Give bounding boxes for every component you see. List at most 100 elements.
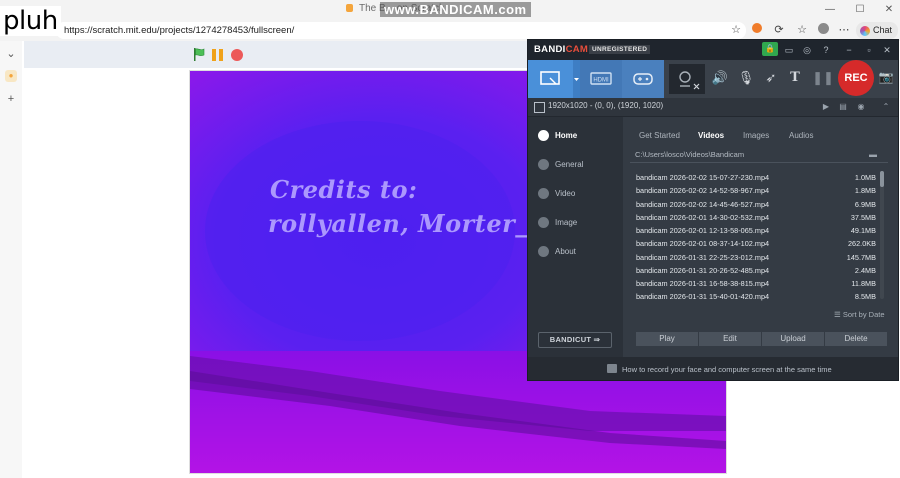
file-name: bandicam 2026-02-02 15-07-27-230.mp4 — [636, 173, 770, 182]
speaker-icon[interactable]: 🔊 — [709, 66, 731, 90]
file-size: 11.8MB — [851, 279, 876, 288]
rec-button[interactable]: REC — [838, 60, 874, 96]
sort-label: Sort by Date — [842, 310, 885, 319]
gear-icon — [538, 159, 549, 171]
bandicut-button[interactable]: BANDICUT ⇒ — [538, 332, 612, 348]
nav-video[interactable]: Video — [538, 186, 575, 202]
bandicam-logo: BANDICAM — [534, 44, 588, 55]
file-list-scrollbar[interactable] — [880, 171, 884, 299]
file-name: bandicam 2026-02-01 08-37-14-102.mp4 — [636, 239, 770, 249]
file-row[interactable]: bandicam 2026-02-02 15-07-27-230.mp4 1.0M… — [636, 171, 876, 184]
screenshot-camera-icon[interactable]: 📷 — [878, 69, 894, 85]
maximize-icon[interactable]: ☐ — [851, 3, 869, 17]
nav-general[interactable]: General — [538, 157, 583, 173]
nav-home[interactable]: Home — [538, 128, 577, 144]
footer-tip[interactable]: How to record your face and computer scr… — [622, 365, 832, 374]
tab-videos[interactable]: Videos — [698, 131, 724, 140]
target-icon[interactable]: ◎ — [800, 43, 814, 57]
file-size: 1.8MB — [854, 186, 876, 196]
tab-images[interactable]: Images — [743, 131, 769, 140]
image-icon — [538, 217, 549, 229]
file-row[interactable]: bandicam 2026-02-02 14-52-58-967.mp4 1.8M… — [636, 184, 876, 197]
info-icon — [538, 246, 549, 258]
webcam-off-icon — [679, 71, 700, 90]
display-icon[interactable]: ▤ — [837, 101, 849, 113]
screen-mode-dropdown[interactable] — [573, 60, 580, 98]
hdmi-icon: HDMI — [590, 72, 612, 85]
lock-icon[interactable]: 🔒 — [762, 42, 778, 56]
delete-button[interactable]: Delete — [825, 332, 887, 346]
area-select-icon[interactable] — [534, 102, 545, 113]
upload-button[interactable]: Upload — [762, 332, 824, 346]
add-tab-icon[interactable]: + — [4, 92, 18, 106]
file-row[interactable]: bandicam 2026-02-02 14-45-46-527.mp4 6.9M… — [636, 198, 876, 211]
star-icon[interactable]: ☆ — [729, 23, 743, 37]
sidebar-scratch-tab[interactable]: ● — [4, 68, 18, 82]
tab-audios[interactable]: Audios — [789, 131, 813, 140]
file-name: bandicam 2026-02-01 12-13-58-065.mp4 — [636, 226, 770, 235]
webcam-toggle[interactable] — [669, 64, 705, 94]
help-icon[interactable]: ? — [819, 43, 833, 57]
microphone-off-icon[interactable]: 🎙 — [735, 66, 757, 90]
file-row[interactable]: bandicam 2026-02-01 12-13-58-065.mp4 49.1… — [636, 224, 876, 237]
file-row[interactable]: bandicam 2026-01-31 22-25-23-012.mp4 145.… — [636, 251, 876, 264]
file-row[interactable]: bandicam 2026-02-01 08-37-14-102.mp4 262.… — [636, 237, 876, 250]
record-video-icon[interactable]: ▶ — [820, 101, 832, 113]
brand-prefix: BANDI — [534, 44, 566, 55]
pause-record-icon[interactable]: ❚❚ — [812, 66, 834, 90]
folder-icon[interactable]: ▭ — [782, 43, 796, 57]
nav-general-label: General — [555, 160, 584, 169]
nav-about-label: About — [555, 247, 576, 256]
close-icon[interactable]: ✕ — [880, 3, 898, 17]
screen-mode-button[interactable] — [528, 60, 573, 98]
favorites-icon[interactable]: ☆ — [795, 23, 809, 37]
file-size: 6.9MB — [854, 199, 876, 209]
text-icon[interactable]: T — [784, 66, 806, 90]
minimize-icon[interactable]: — — [821, 3, 839, 17]
file-name: bandicam 2026-02-02 14-52-58-967.mp4 — [636, 186, 770, 196]
extension-orange-icon[interactable] — [750, 23, 764, 37]
extensions-icon[interactable]: ⟳ — [772, 23, 786, 37]
browser-sidebar — [0, 41, 22, 478]
bc-minimize-icon[interactable]: − — [842, 43, 856, 57]
sort-control[interactable]: ☰ Sort by Date — [834, 310, 885, 319]
game-mode-button[interactable] — [622, 60, 664, 98]
play-button[interactable]: Play — [636, 332, 698, 346]
stop-icon[interactable] — [231, 49, 243, 61]
collapse-icon[interactable]: ⌃ — [880, 101, 892, 113]
copilot-icon — [860, 25, 870, 36]
brand-suffix: CAM — [565, 44, 589, 55]
unregistered-badge: UNREGISTERED — [589, 45, 651, 54]
file-row[interactable]: bandicam 2026-01-31 20-26-52-485.mp4 2.4M… — [636, 264, 876, 277]
hdmi-mode-button[interactable]: HDMI — [580, 60, 622, 98]
file-size: 8.5MB — [854, 292, 876, 302]
bc-restore-icon[interactable]: ▫ — [862, 43, 876, 57]
file-row[interactable]: bandicam 2026-01-31 15-40-01-420.mp4 8.5M… — [636, 290, 876, 303]
scratch-favicon-icon — [346, 4, 353, 13]
file-size: 262.0KB — [848, 239, 876, 249]
pluh-overlay-text: pluh — [0, 6, 61, 36]
pause-icon-bar — [219, 49, 223, 61]
nav-about[interactable]: About — [538, 244, 576, 260]
file-row[interactable]: bandicam 2026-02-01 14-30-02-532.mp4 37.5… — [636, 211, 876, 224]
tab-get-started[interactable]: Get Started — [639, 131, 680, 140]
edit-button[interactable]: Edit — [699, 332, 761, 346]
pause-icon[interactable] — [212, 49, 216, 61]
file-row[interactable]: bandicam 2026-01-31 16-58-38-815.mp4 11.8… — [636, 277, 876, 290]
file-name: bandicam 2026-01-31 20-26-52-485.mp4 — [636, 265, 770, 275]
broadcast-icon[interactable]: ◉ — [855, 101, 867, 113]
open-folder-icon[interactable]: ▬ — [869, 150, 881, 160]
bc-close-icon[interactable]: ✕ — [880, 43, 894, 57]
file-name: bandicam 2026-01-31 15-40-01-420.mp4 — [636, 292, 770, 302]
file-list-scroll-thumb[interactable] — [880, 171, 884, 187]
nav-image[interactable]: Image — [538, 215, 577, 231]
file-size: 37.5MB — [850, 212, 876, 222]
cursor-icon[interactable]: ➶ — [760, 66, 782, 90]
more-icon[interactable]: ⋯ — [837, 23, 851, 37]
green-flag-icon[interactable] — [193, 48, 205, 61]
profile-icon[interactable] — [816, 23, 830, 37]
url-text: https://scratch.mit.edu/projects/1274278… — [64, 25, 295, 36]
chevron-down-icon[interactable]: ⌄ — [4, 47, 18, 61]
video-icon — [538, 188, 549, 200]
chat-button[interactable]: Chat — [856, 22, 898, 39]
